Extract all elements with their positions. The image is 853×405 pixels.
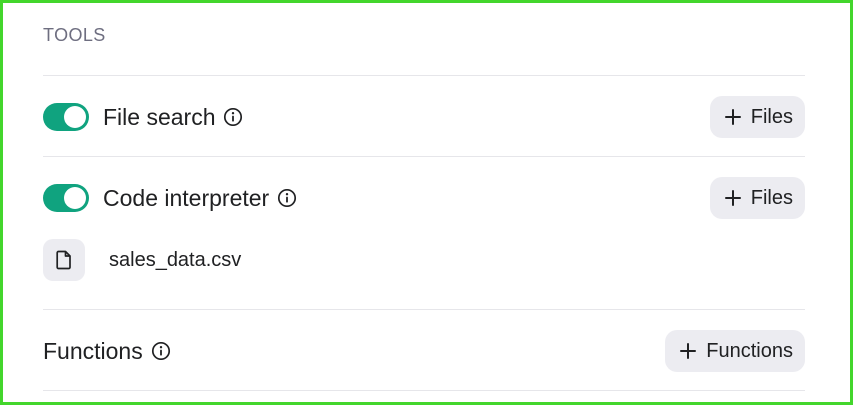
section-title: TOOLS [43, 25, 106, 45]
add-files-label: Files [750, 186, 793, 209]
functions-row: Functions Functions [43, 330, 805, 372]
divider [43, 309, 805, 310]
plus-icon [724, 189, 742, 207]
file-name: sales_data.csv [109, 248, 242, 271]
info-icon[interactable] [223, 107, 243, 127]
divider [43, 75, 805, 76]
file-search-toggle[interactable] [43, 103, 89, 131]
divider [43, 390, 805, 391]
divider [43, 156, 805, 157]
functions-label: Functions [43, 337, 143, 364]
attached-file[interactable]: sales_data.csv [43, 239, 241, 281]
toggle-knob [64, 187, 86, 209]
info-icon[interactable] [277, 188, 297, 208]
add-files-label: Files [750, 105, 793, 128]
add-functions-label: Functions [706, 339, 793, 362]
plus-icon [724, 108, 742, 126]
plus-icon [679, 342, 697, 360]
code-interpreter-row: Code interpreter Files [43, 177, 805, 219]
add-files-button[interactable]: Files [709, 96, 805, 138]
tools-panel: TOOLS File search Files Code interpreter [0, 0, 853, 405]
code-interpreter-toggle[interactable] [43, 184, 89, 212]
file-search-label: File search [103, 103, 216, 130]
add-files-button[interactable]: Files [709, 177, 805, 219]
add-functions-button[interactable]: Functions [665, 330, 805, 372]
code-interpreter-label: Code interpreter [103, 184, 270, 211]
toggle-knob [64, 106, 86, 128]
info-icon[interactable] [151, 341, 171, 361]
file-search-row: File search Files [43, 96, 805, 138]
file-icon [43, 239, 85, 281]
